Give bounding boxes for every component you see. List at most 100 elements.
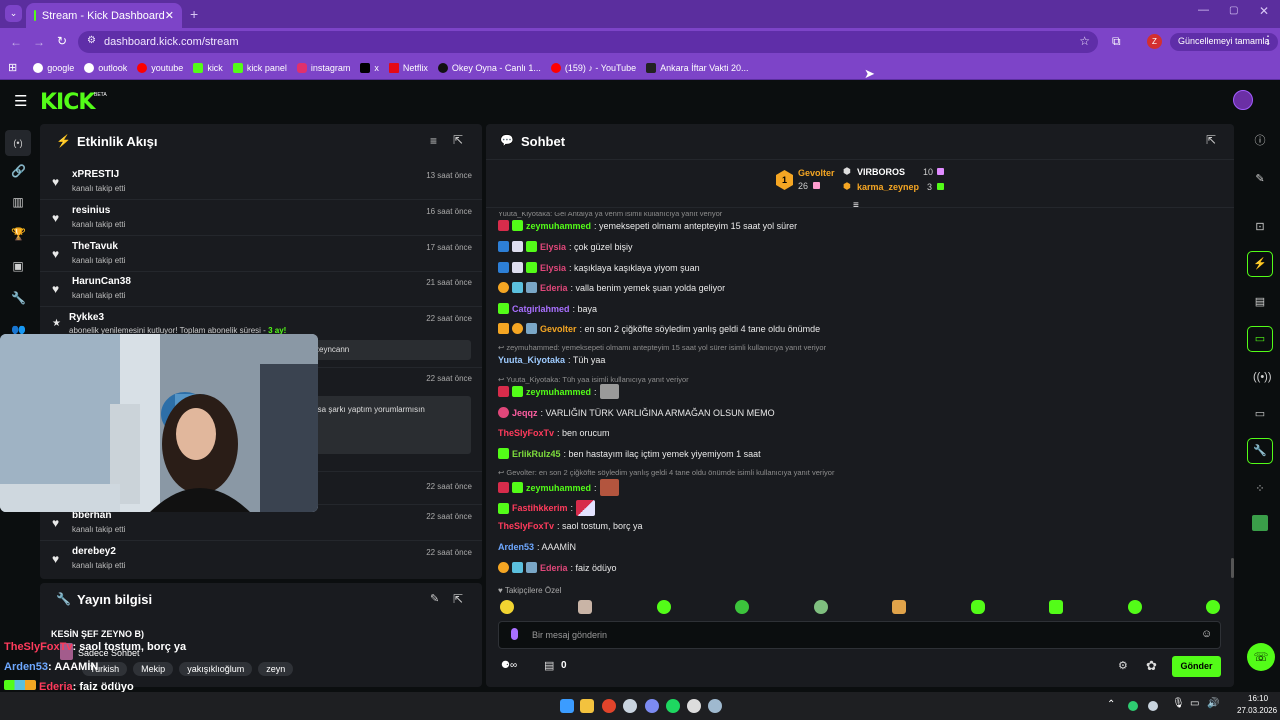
monitor-icon[interactable]: ▭: [1253, 407, 1267, 421]
new-tab-button[interactable]: +: [190, 6, 198, 22]
broadcast-icon[interactable]: ((•)): [1253, 370, 1272, 384]
emote-icon[interactable]: [656, 600, 671, 614]
profile-avatar[interactable]: Z: [1147, 34, 1162, 49]
chat-toggle-icon[interactable]: ▭: [1247, 326, 1273, 352]
tray-chevron-icon[interactable]: ⌃: [1107, 699, 1115, 710]
popout-icon[interactable]: ⇱: [453, 133, 463, 147]
camera-icon[interactable]: ⊡: [1253, 220, 1267, 234]
edit-icon[interactable]: ✎: [1253, 172, 1267, 186]
emote-icon[interactable]: [1205, 600, 1220, 614]
chat-username[interactable]: Elysia: [540, 242, 566, 252]
emote-icon[interactable]: [500, 600, 514, 614]
minimize-button[interactable]: —: [1198, 4, 1209, 16]
users-icon[interactable]: ⁘: [1253, 482, 1267, 496]
reload-icon[interactable]: ↻: [57, 34, 67, 48]
trophy-icon[interactable]: 🏆: [11, 227, 26, 241]
tray-steam-icon[interactable]: [1148, 701, 1158, 711]
bookmark-google[interactable]: google: [33, 62, 74, 73]
maximize-button[interactable]: ▢: [1229, 5, 1238, 16]
emote-icon[interactable]: [892, 600, 907, 614]
document-icon[interactable]: ▤: [1253, 295, 1267, 309]
wrench-icon[interactable]: 🔧: [11, 291, 26, 305]
analytics-icon[interactable]: ▥: [11, 195, 25, 209]
bookmark-netflix[interactable]: Netflix: [388, 62, 428, 73]
file-explorer-icon[interactable]: [580, 699, 594, 713]
browser-menu-icon[interactable]: ⋮: [1262, 33, 1274, 47]
link-icon[interactable]: 🔗: [11, 164, 26, 178]
activity-user[interactable]: derebey2: [72, 546, 116, 557]
activity-toggle-icon[interactable]: ⚡: [1247, 251, 1273, 277]
chat-username[interactable]: zeymuhammed: [526, 483, 591, 493]
tray-app-icon[interactable]: [1128, 701, 1138, 711]
spotify-icon[interactable]: [666, 699, 680, 713]
bookmark-youtube[interactable]: youtube: [137, 62, 183, 73]
chat-username[interactable]: Arden53: [498, 542, 534, 552]
chat-username[interactable]: Jeqqz: [512, 408, 538, 418]
popout-icon[interactable]: ⇱: [1206, 133, 1216, 147]
store-icon[interactable]: ▤: [544, 659, 554, 672]
forward-icon[interactable]: →: [33, 35, 45, 49]
network-icon[interactable]: ▭: [1190, 698, 1199, 709]
emote-picker-icon[interactable]: ✿: [1146, 658, 1157, 674]
emote-icon[interactable]: [735, 600, 750, 614]
bookmark-outlook[interactable]: outlook: [84, 62, 127, 73]
discord-icon[interactable]: [645, 699, 659, 713]
kick-logo[interactable]: KICK: [40, 90, 95, 115]
bookmark-okey[interactable]: Okey Oyna - Canlı 1...: [437, 62, 541, 73]
bookmark-x[interactable]: x: [360, 62, 379, 73]
close-window-button[interactable]: ✕: [1259, 4, 1269, 18]
chat-username[interactable]: Yuuta_Kiyotaka: [498, 355, 565, 365]
activity-user[interactable]: HarunCan38: [72, 276, 131, 287]
chat-username[interactable]: Fastihkkerim: [512, 503, 568, 513]
video-icon[interactable]: ▣: [11, 259, 25, 273]
chat-username[interactable]: TheSlyFoxTv: [498, 428, 554, 438]
chat-username[interactable]: Elysia: [540, 263, 566, 273]
apps-icon[interactable]: ⊞: [8, 61, 17, 74]
volume-icon[interactable]: 🔊: [1207, 698, 1219, 709]
activity-user[interactable]: Rykke3: [69, 312, 104, 323]
stream-icon[interactable]: (•): [5, 130, 31, 156]
emote-icon[interactable]: [1127, 600, 1142, 614]
send-button[interactable]: Gönder: [1172, 656, 1221, 677]
bookmark-youtube-music[interactable]: (159) ♪ - YouTube: [550, 62, 636, 73]
tag[interactable]: zeyn: [258, 662, 294, 676]
chat-input[interactable]: Bir mesaj gönderin ☺: [498, 621, 1221, 649]
activity-user[interactable]: xPRESTIJ: [72, 169, 119, 180]
settings-icon[interactable]: ⚙: [1118, 659, 1128, 672]
extensions-icon[interactable]: ⧉: [1112, 34, 1121, 49]
activity-user[interactable]: resinius: [72, 205, 110, 216]
chat-filter-icon[interactable]: ≡: [853, 200, 859, 211]
emote-icon[interactable]: [970, 600, 985, 614]
chat-username[interactable]: Catgirlahmed: [512, 304, 570, 314]
taskbar-date[interactable]: 27.03.2026: [1237, 706, 1277, 715]
chat-username[interactable]: Ederia: [540, 563, 568, 573]
leaderboard-user[interactable]: VIRBOROS: [857, 167, 905, 177]
emote-icon[interactable]: [1049, 600, 1064, 614]
chat-username[interactable]: Gevolter: [540, 324, 577, 334]
pixel-avatar-icon[interactable]: [1252, 515, 1268, 531]
chat-username[interactable]: TheSlyFoxTv: [498, 521, 554, 531]
popout-icon[interactable]: ⇱: [453, 592, 463, 606]
support-button[interactable]: ☏: [1247, 643, 1275, 671]
steam-icon[interactable]: [708, 699, 722, 713]
windows-start-icon[interactable]: [560, 699, 574, 713]
site-info-icon[interactable]: ⚙: [87, 35, 96, 46]
bookmark-ankara-iftar[interactable]: Ankara İftar Vakti 20...: [646, 62, 749, 73]
chat-username[interactable]: ErlikRulz45: [512, 449, 561, 459]
microphone-tray-icon[interactable]: 🎙: [1172, 698, 1185, 709]
edit-icon[interactable]: ✎: [430, 592, 439, 605]
chat-username[interactable]: zeymuhammed: [526, 221, 591, 231]
leaderboard-user[interactable]: karma_zeynep: [857, 182, 919, 192]
emoji-icon[interactable]: ☺: [1201, 628, 1212, 640]
bookmark-kick[interactable]: kick: [193, 62, 223, 73]
filter-icon[interactable]: ≡: [430, 134, 437, 148]
close-tab-icon[interactable]: ✕: [165, 9, 174, 22]
back-icon[interactable]: ←: [10, 35, 22, 49]
chrome-icon[interactable]: [602, 699, 616, 713]
leaderboard-user[interactable]: Gevolter: [798, 168, 835, 178]
tab-kick-dashboard[interactable]: Stream - Kick Dashboard ✕: [26, 3, 182, 28]
chat-username[interactable]: Ederia: [540, 283, 568, 293]
bookmark-instagram[interactable]: instagram: [296, 62, 350, 73]
hamburger-menu-icon[interactable]: ☰: [14, 92, 27, 110]
user-avatar[interactable]: [1233, 90, 1253, 110]
